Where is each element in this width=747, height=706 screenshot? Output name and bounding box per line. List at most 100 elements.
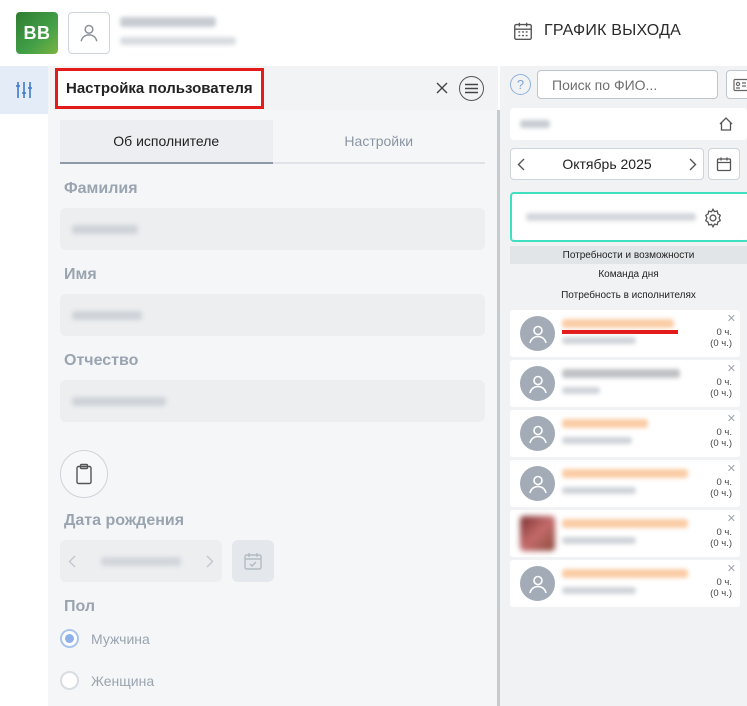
month-calendar-button[interactable] — [708, 148, 740, 180]
hours-value: 0 ч. — [716, 527, 732, 538]
section-needs[interactable]: Потребности и возможности — [510, 246, 747, 264]
tab-about[interactable]: Об исполнителе — [60, 120, 273, 164]
close-button[interactable] — [432, 78, 452, 98]
team-selector[interactable] — [510, 192, 747, 242]
gender-male-radio[interactable]: Мужчина — [60, 629, 150, 648]
list-item[interactable]: 0 ч. (0 ч.) ✕ — [510, 410, 740, 457]
department-selector[interactable] — [510, 108, 747, 140]
list-item[interactable]: 0 ч. (0 ч.) ✕ — [510, 310, 740, 357]
avatar — [520, 466, 555, 501]
person-hours: 0 ч. (0 ч.) — [710, 477, 732, 499]
documents-button[interactable] — [60, 450, 108, 498]
user-icon — [528, 375, 547, 393]
hours-value: 0 ч. — [716, 427, 732, 438]
list-item[interactable]: 0 ч. (0 ч.) ✕ — [510, 560, 740, 607]
person-name — [562, 469, 688, 478]
calendar-icon — [716, 157, 732, 172]
department-name — [520, 120, 550, 128]
person-position — [562, 587, 636, 594]
birth-date-label: Дата рождения — [64, 512, 185, 529]
hours-value: 0 ч. — [716, 577, 732, 588]
birth-date-calendar-button[interactable] — [232, 540, 274, 582]
radio-dot-selected — [60, 629, 79, 648]
section-staff-need[interactable]: Потребность в исполнителях — [510, 286, 747, 304]
hours-planned: (0 ч.) — [710, 438, 732, 449]
gender-male-label: Мужчина — [91, 630, 150, 647]
birth-date-picker[interactable] — [60, 540, 222, 582]
first-name-field[interactable] — [60, 294, 485, 336]
month-navigator: Октябрь 2025 — [510, 148, 704, 180]
clipboard-icon — [76, 463, 92, 485]
chevron-left-icon[interactable] — [68, 554, 76, 568]
user-icon — [528, 325, 547, 343]
hours-value: 0 ч. — [716, 477, 732, 488]
chevron-left-icon[interactable] — [517, 158, 525, 171]
remove-icon[interactable]: ✕ — [727, 562, 736, 575]
avatar-photo — [520, 516, 555, 551]
person-position — [562, 337, 636, 344]
user-role — [120, 37, 236, 45]
filters-button[interactable] — [0, 66, 48, 114]
panel-body: Об исполнителе Настройки Фамилия Имя Отч… — [48, 110, 498, 706]
avatar — [520, 416, 555, 451]
surname-label: Фамилия — [64, 180, 138, 197]
list-item[interactable]: 0 ч. (0 ч.) ✕ — [510, 460, 740, 507]
tab-bar: Об исполнителе Настройки — [60, 120, 485, 164]
hours-value: 0 ч. — [716, 377, 732, 388]
avatar — [520, 316, 555, 351]
remove-icon[interactable]: ✕ — [727, 512, 736, 525]
person-name — [562, 419, 648, 428]
user-icon — [528, 575, 547, 593]
user-icon — [528, 475, 547, 493]
remove-icon[interactable]: ✕ — [727, 312, 736, 325]
person-hours: 0 ч. (0 ч.) — [710, 327, 732, 349]
hours-planned: (0 ч.) — [710, 538, 732, 549]
user-avatar[interactable] — [68, 12, 110, 54]
month-label: Октябрь 2025 — [562, 156, 652, 172]
menu-button[interactable] — [459, 76, 484, 101]
id-card-button[interactable] — [726, 70, 747, 99]
tab-settings[interactable]: Настройки — [273, 120, 486, 162]
patronymic-field[interactable] — [60, 380, 485, 422]
person-position — [562, 487, 636, 494]
gender-female-radio[interactable]: Женщина — [60, 671, 154, 690]
patronymic-label: Отчество — [64, 352, 139, 369]
home-button[interactable] — [716, 114, 736, 134]
surname-field[interactable] — [60, 208, 485, 250]
hours-value: 0 ч. — [716, 327, 732, 338]
person-position — [562, 387, 600, 394]
remove-icon[interactable]: ✕ — [727, 412, 736, 425]
app-logo[interactable]: BB — [16, 12, 58, 54]
list-item[interactable]: 0 ч. (0 ч.) ✕ — [510, 360, 740, 407]
first-name-label: Имя — [64, 266, 97, 283]
schedule-link[interactable]: ГРАФИК ВЫХОДА — [512, 18, 681, 44]
person-hours: 0 ч. (0 ч.) — [710, 527, 732, 549]
hours-planned: (0 ч.) — [710, 488, 732, 499]
search-input[interactable] — [537, 70, 718, 99]
schedule-sidebar: ? Октябрь 2025 — [500, 66, 747, 706]
help-button[interactable]: ? — [510, 74, 531, 95]
help-icon: ? — [516, 77, 525, 92]
section-team-of-day[interactable]: Команда дня — [510, 265, 747, 283]
remove-icon[interactable]: ✕ — [727, 362, 736, 375]
person-name — [562, 319, 674, 328]
calendar-icon — [514, 22, 532, 40]
person-name — [562, 569, 688, 578]
person-hours: 0 ч. (0 ч.) — [710, 577, 732, 599]
remove-icon[interactable]: ✕ — [727, 462, 736, 475]
first-name-value — [72, 311, 142, 320]
sliders-icon — [16, 82, 32, 98]
gender-female-label: Женщина — [91, 672, 155, 689]
person-position — [562, 437, 632, 444]
patronymic-value — [72, 397, 166, 406]
id-card-icon — [733, 78, 747, 91]
chevron-right-icon[interactable] — [206, 554, 214, 568]
hours-planned: (0 ч.) — [710, 588, 732, 599]
person-position — [562, 537, 636, 544]
team-name — [526, 213, 696, 221]
left-rail — [0, 66, 48, 706]
gear-icon[interactable] — [702, 207, 724, 229]
list-item[interactable]: 0 ч. (0 ч.) ✕ — [510, 510, 740, 557]
top-header: BB ГРАФИК ВЫХОДА — [0, 0, 747, 66]
chevron-right-icon[interactable] — [689, 158, 697, 171]
